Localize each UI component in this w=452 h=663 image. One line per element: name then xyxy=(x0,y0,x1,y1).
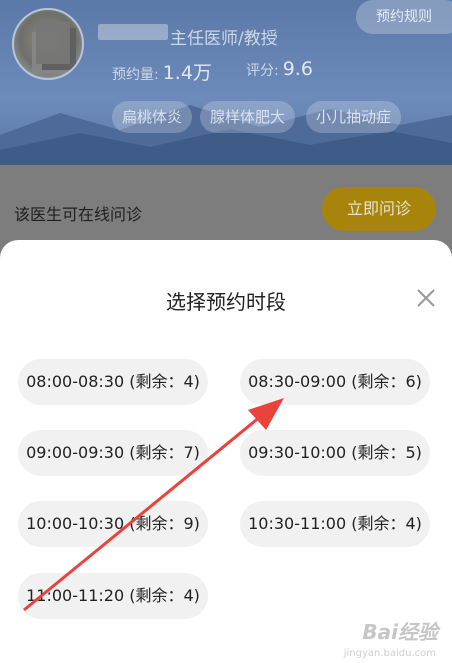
time-slot[interactable]: 09:30-10:00 (剩余：5) xyxy=(240,430,430,476)
time-slot[interactable]: 08:00-08:30 (剩余：4) xyxy=(18,359,208,405)
consult-now-button[interactable]: 立即问诊 xyxy=(322,187,436,231)
sheet-title: 选择预约时段 xyxy=(166,290,286,314)
time-slot[interactable]: 10:00-10:30 (剩余：9) xyxy=(18,501,208,547)
close-icon[interactable] xyxy=(416,288,436,308)
online-consult-label: 该医生可在线问诊 xyxy=(14,205,143,224)
time-slot-sheet: 选择预约时段 08:00-08:30 (剩余：4) 08:30-09:00 (剩… xyxy=(0,240,452,663)
appointment-rules-button[interactable]: 预约规则 xyxy=(356,0,452,34)
time-slot[interactable]: 08:30-09:00 (剩余：6) xyxy=(240,359,430,405)
doctor-header: 主任医师/教授 预约量: 1.4万 评分: 9.6 预约规则 扁桃体炎 腺样体肥大 … xyxy=(0,0,452,165)
watermark-logo: Bai经验 xyxy=(362,620,438,644)
doctor-name-blurred xyxy=(98,24,168,40)
specialty-tag[interactable]: 腺样体肥大 xyxy=(200,101,296,133)
time-slot[interactable]: 11:00-11:20 (剩余：4) xyxy=(18,573,208,619)
doctor-avatar[interactable] xyxy=(12,8,84,80)
appointment-count: 预约量: 1.4万 xyxy=(112,62,212,84)
time-slot[interactable]: 10:30-11:00 (剩余：4) xyxy=(240,501,430,547)
rating: 评分: 9.6 xyxy=(246,58,313,80)
time-slot[interactable]: 09:00-09:30 (剩余：7) xyxy=(18,430,208,476)
specialty-tag[interactable]: 扁桃体炎 xyxy=(112,101,193,133)
doctor-title: 主任医师/教授 xyxy=(170,29,278,49)
watermark-url: jingyan.baidu.com xyxy=(343,648,436,659)
specialty-tag[interactable]: 小儿抽动症 xyxy=(306,101,402,133)
